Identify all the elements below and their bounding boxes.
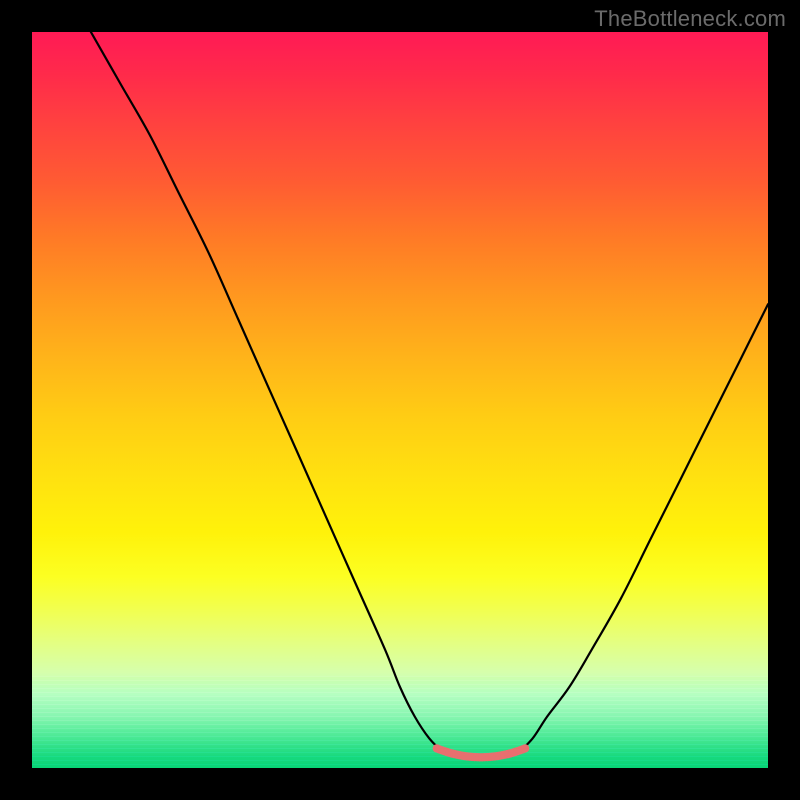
- chart-frame: TheBottleneck.com: [0, 0, 800, 800]
- background-gradient: [32, 32, 768, 768]
- watermark-text: TheBottleneck.com: [594, 6, 786, 32]
- plot-area: [32, 32, 768, 768]
